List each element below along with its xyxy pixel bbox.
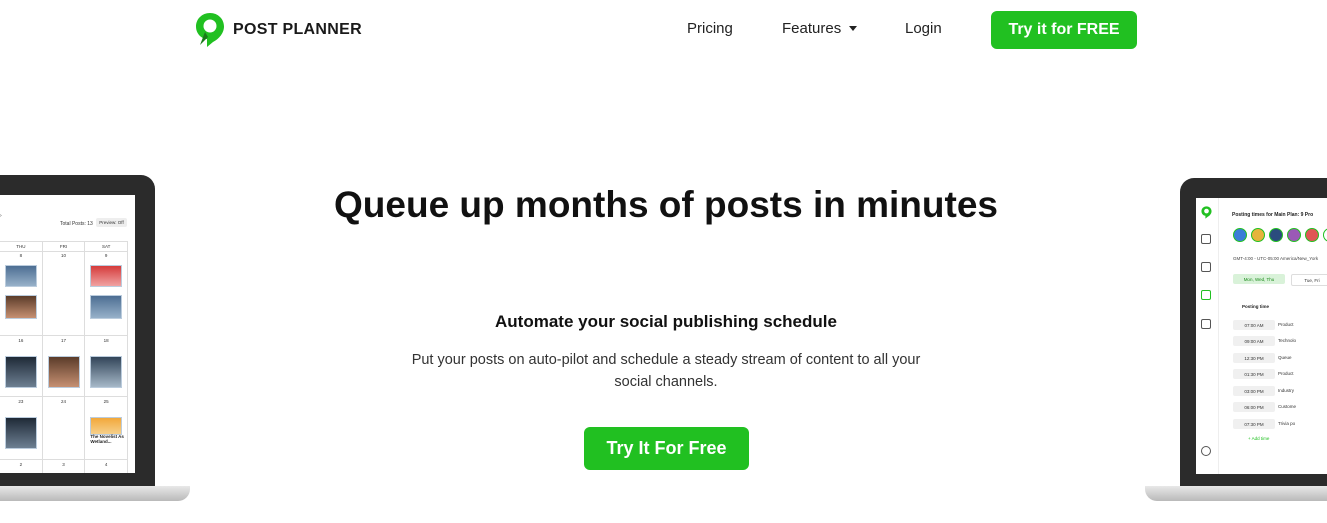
posting-time-column-title: Posting time [1242,304,1270,309]
queue-label: Technolo [1278,338,1297,343]
calendar-date: 25 [103,399,109,404]
posting-time: 01:30 PM [1233,369,1275,379]
post-thumbnail [90,356,123,388]
posting-time: 09:00 AM [1233,336,1275,346]
profile-avatar [1269,228,1283,242]
brand-logo[interactable]: POST PLANNER [195,12,362,48]
posting-times-heading: Posting times for Main Plan: 9 Pro [1232,212,1314,218]
post-thumbnail [5,265,37,287]
laptop-left-base [0,486,190,501]
laptop-right-base [1145,486,1327,501]
brand-name: POST PLANNER [233,21,362,38]
hero-subtitle: Automate your social publishing schedule [495,312,837,331]
content-icon [1201,234,1211,244]
nav-features-label: Features [782,20,842,37]
nav-features[interactable]: Features [782,20,858,37]
posting-time: 12:30 PM [1233,353,1275,363]
try-free-hero-button[interactable]: Try It For Free [584,427,749,470]
analytics-icon [1201,319,1211,329]
queue-label: Product [1278,371,1294,376]
day-header: THU [0,242,43,251]
posting-time: 06:00 PM [1233,402,1275,412]
nav-pricing[interactable]: Pricing [687,20,733,37]
profile-avatar [1323,228,1327,242]
total-posts: Total Posts: 13 [60,221,93,227]
preview-toggle: Preview: Off [96,218,127,227]
calendar-date: 2 [19,462,23,467]
calendar-date: 4 [104,462,108,467]
calendar-date: 8 [19,253,23,258]
day-header: FRI [43,242,86,251]
list-icon [1201,290,1211,300]
calendar-date: 3 [62,462,65,467]
queue-label: Product [1278,322,1294,327]
profile-avatar [1305,228,1319,242]
post-thumbnail [5,417,37,449]
day-pill: Tue, Fri [1291,274,1327,286]
queue-label: Trivia po [1278,421,1296,426]
try-free-header-button[interactable]: Try it for FREE [991,11,1137,49]
day-pill: Mon, Wed, Thu [1233,274,1285,284]
post-thumbnail [90,265,123,287]
posting-time: 07:00 AM [1233,320,1275,330]
posting-times-screenshot: Posting times for Main Plan: 9 Pro GMT-4… [1196,198,1327,474]
posting-time: 07:30 PM [1233,419,1275,429]
calendar-date: 23 [18,399,24,404]
calendar-date: 10 [61,253,67,258]
calendar-date: 18 [103,338,109,343]
profile-avatar [1287,228,1301,242]
calendar-date: 24 [61,399,67,404]
timezone-select: GMT-4:00 - UTC-05:00 America/New_York [1233,256,1319,261]
hero-description: Put your posts on auto-pilot and schedul… [411,352,921,390]
day-header: SAT [85,242,129,251]
post-planner-logo-icon [1201,206,1212,219]
calendar-date: 17 [61,338,67,343]
post-thumbnail [5,295,37,319]
queue-label: Industry [1278,388,1295,393]
post-thumbnail [90,417,123,435]
post-planner-logo-icon [196,13,224,47]
profile-avatar [1233,228,1247,242]
nav-login[interactable]: Login [905,20,942,37]
queue-label: Custome [1278,404,1297,409]
settings-gear-icon [1201,446,1211,456]
app-sidebar [1196,198,1219,474]
calendar-screenshot: › Total Posts: 13 Preview: Off THU FRI S… [0,195,135,473]
calendar-grid: 8 10 9 16 17 18 23 24 25 The Novelist As… [0,251,129,473]
chevron-right-icon: › [0,213,2,219]
laptop-right: Posting times for Main Plan: 9 Pro GMT-4… [1180,178,1327,488]
queue-label: Queue [1278,355,1292,360]
laptop-left: › Total Posts: 13 Preview: Off THU FRI S… [0,175,155,487]
hero-title: Queue up months of posts in minutes [334,184,998,225]
post-thumbnail [5,356,37,388]
calendar-date: 9 [104,253,108,258]
add-time-link: + Add time [1248,436,1270,441]
post-thumbnail [90,295,123,319]
chevron-down-icon [849,26,858,31]
post-title: The Novelist As Wetland... [90,434,124,444]
calendar-date: 16 [18,338,24,343]
post-thumbnail [47,356,80,388]
posting-time: 03:00 PM [1233,386,1275,396]
calendar-icon [1201,262,1211,272]
profile-avatar [1251,228,1265,242]
